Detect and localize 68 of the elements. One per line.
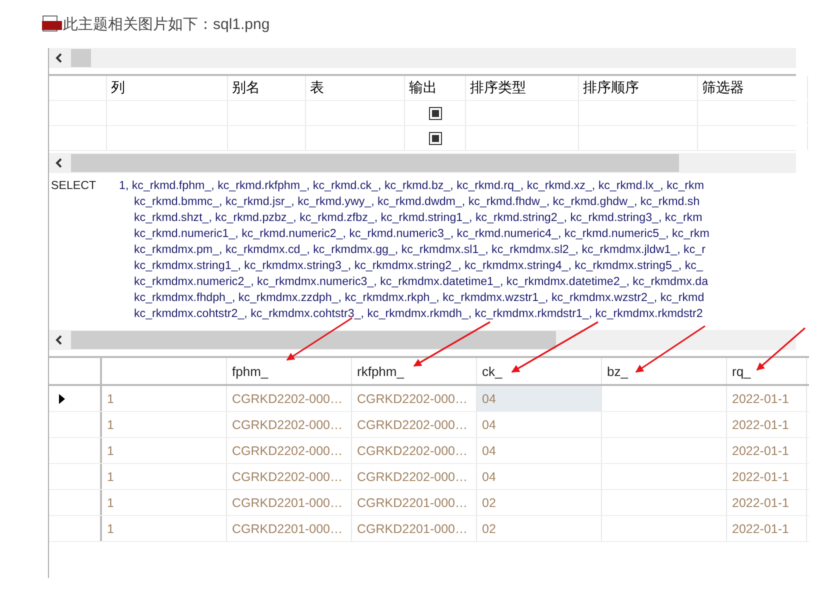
column-header[interactable]: 别名 bbox=[232, 79, 260, 97]
column-header[interactable]: 输出 bbox=[409, 79, 437, 97]
table-cell: 2022-01-1 bbox=[732, 522, 789, 536]
horizontal-scrollbar[interactable] bbox=[49, 48, 796, 68]
sql-line: kc_rkmd.bmmc_, kc_rkmd.jsr_, kc_rkmd.ywy_, kc_rkmd.dwdm_, kc_rkmd.fhdw_, kc_rkmd.ghdw_, kc_rkmd.sh bbox=[133, 194, 701, 210]
scrollbar-thumb[interactable] bbox=[71, 154, 679, 172]
column-header[interactable]: rkfphm_ bbox=[357, 364, 404, 378]
output-checkbox[interactable] bbox=[428, 106, 442, 120]
table-cell: 2022-01-1 bbox=[732, 392, 789, 406]
column-header[interactable]: bz_ bbox=[607, 364, 628, 378]
table-cell: CGRKD2202-000… bbox=[232, 470, 342, 484]
table-cell: 04 bbox=[482, 470, 496, 484]
table-cell: CGRKD2202-000… bbox=[357, 418, 468, 432]
table-cell: 04 bbox=[482, 444, 496, 458]
sql-line: kc_rkmdmx.numeric2_, kc_rkmdmx.numeric3_, kc_rkmdmx.datetime1_, kc_rkmdmx.datetime2_, kc_rkmdmx.da bbox=[133, 274, 710, 290]
sql-line: kc_rkmd.numeric1_, kc_rkmd.numeric2_, kc_rkmd.numeric3_, kc_rkmd.numeric4_, kc_rkmd.numeric5_, kc_rkm bbox=[133, 226, 710, 242]
annotation-arrow bbox=[756, 327, 806, 371]
column-header[interactable]: 排序顺序 bbox=[583, 79, 639, 97]
scrollbar-thumb[interactable] bbox=[71, 49, 91, 67]
sql-line: kc_rkmdmx.fhdph_, kc_rkmdmx.zzdph_, kc_rkmdmx.rkph_, kc_rkmdmx.wzstr1_, kc_rkmdmx.wzstr2_, kc_rkmd bbox=[133, 290, 706, 306]
annotation-arrow bbox=[635, 325, 706, 373]
table-cell: 1 bbox=[107, 418, 114, 432]
scrollbar-thumb[interactable] bbox=[71, 331, 556, 349]
table-cell: 1 bbox=[107, 496, 114, 510]
caption-text: 此主题相关图片如下：sql1.png bbox=[63, 14, 270, 34]
column-header[interactable]: rq_ bbox=[732, 364, 751, 378]
image-file-icon bbox=[42, 15, 62, 33]
horizontal-scrollbar[interactable] bbox=[49, 330, 796, 350]
column-header[interactable]: 筛选器 bbox=[702, 79, 744, 97]
table-cell: 02 bbox=[482, 496, 496, 510]
table-cell: 02 bbox=[482, 522, 496, 536]
table-cell: 2022-01-1 bbox=[732, 470, 789, 484]
table-cell: 1 bbox=[107, 522, 114, 536]
scroll-left-icon[interactable] bbox=[55, 335, 63, 345]
table-cell: CGRKD2202-000… bbox=[232, 418, 342, 432]
table-cell: 1 bbox=[107, 444, 114, 458]
table-cell: CGRKD2202-000… bbox=[232, 444, 342, 458]
table-cell: CGRKD2202-000… bbox=[357, 470, 468, 484]
table-cell: CGRKD2202-000… bbox=[357, 392, 468, 406]
scroll-left-icon[interactable] bbox=[55, 158, 63, 168]
column-header[interactable]: fphm_ bbox=[232, 364, 268, 378]
column-header[interactable]: ck_ bbox=[482, 364, 502, 378]
table-cell: CGRKD2201-000… bbox=[232, 522, 342, 536]
table-cell: 2022-01-1 bbox=[732, 418, 789, 432]
sql-line: 1, kc_rkmd.fphm_, kc_rkmd.rkfphm_, kc_rkmd.ck_, kc_rkmd.bz_, kc_rkmd.rq_, kc_rkmd.xz_, kc_rkmd.lx_, kc_rkm bbox=[119, 178, 705, 194]
table-cell: CGRKD2202-000… bbox=[232, 392, 342, 406]
table-cell: 2022-01-1 bbox=[732, 444, 789, 458]
sql-keyword: SELECT bbox=[50, 178, 98, 194]
table-cell: 1 bbox=[107, 392, 114, 406]
table-cell: CGRKD2201-000… bbox=[232, 496, 342, 510]
column-header[interactable]: 表 bbox=[310, 79, 324, 97]
output-checkbox[interactable] bbox=[428, 132, 442, 144]
sql-line: kc_rkmdmx.pm_, kc_rkmdmx.cd_, kc_rkmdmx.gg_, kc_rkmdmx.sl1_, kc_rkmdmx.sl2_, kc_rkmdmx.jldw1_, kc_r bbox=[133, 242, 706, 258]
table-cell: CGRKD2201-000… bbox=[357, 522, 468, 536]
table-cell: 04 bbox=[482, 418, 496, 432]
sql-line: kc_rkmdmx.cohtstr2_, kc_rkmdmx.cohtstr3_, kc_rkmdmx.rkmdh_, kc_rkmdmx.rkmdstr1_, kc_rkmdmx.rkmdstr2 bbox=[133, 306, 704, 322]
table-cell: CGRKD2201-000… bbox=[357, 496, 468, 510]
column-header[interactable]: 排序类型 bbox=[470, 79, 526, 97]
table-cell: 04 bbox=[482, 392, 496, 406]
table-cell: 1 bbox=[107, 470, 114, 484]
scroll-left-icon[interactable] bbox=[55, 53, 63, 63]
horizontal-scrollbar[interactable] bbox=[49, 153, 796, 173]
sql-line: kc_rkmdmx.string1_, kc_rkmdmx.string3_, kc_rkmdmx.string2_, kc_rkmdmx.string4_, kc_rkmdmx.string5_, kc_ bbox=[133, 258, 704, 274]
table-cell: 2022-01-1 bbox=[732, 496, 789, 510]
current-row-icon bbox=[59, 394, 65, 404]
table-cell: CGRKD2202-000… bbox=[357, 444, 468, 458]
sql-line: kc_rkmd.shzt_, kc_rkmd.pzbz_, kc_rkmd.zfbz_, kc_rkmd.string1_, kc_rkmd.string2_, kc_rkmd.string3_, kc_rkm bbox=[133, 210, 704, 226]
column-header[interactable]: 列 bbox=[111, 79, 125, 97]
